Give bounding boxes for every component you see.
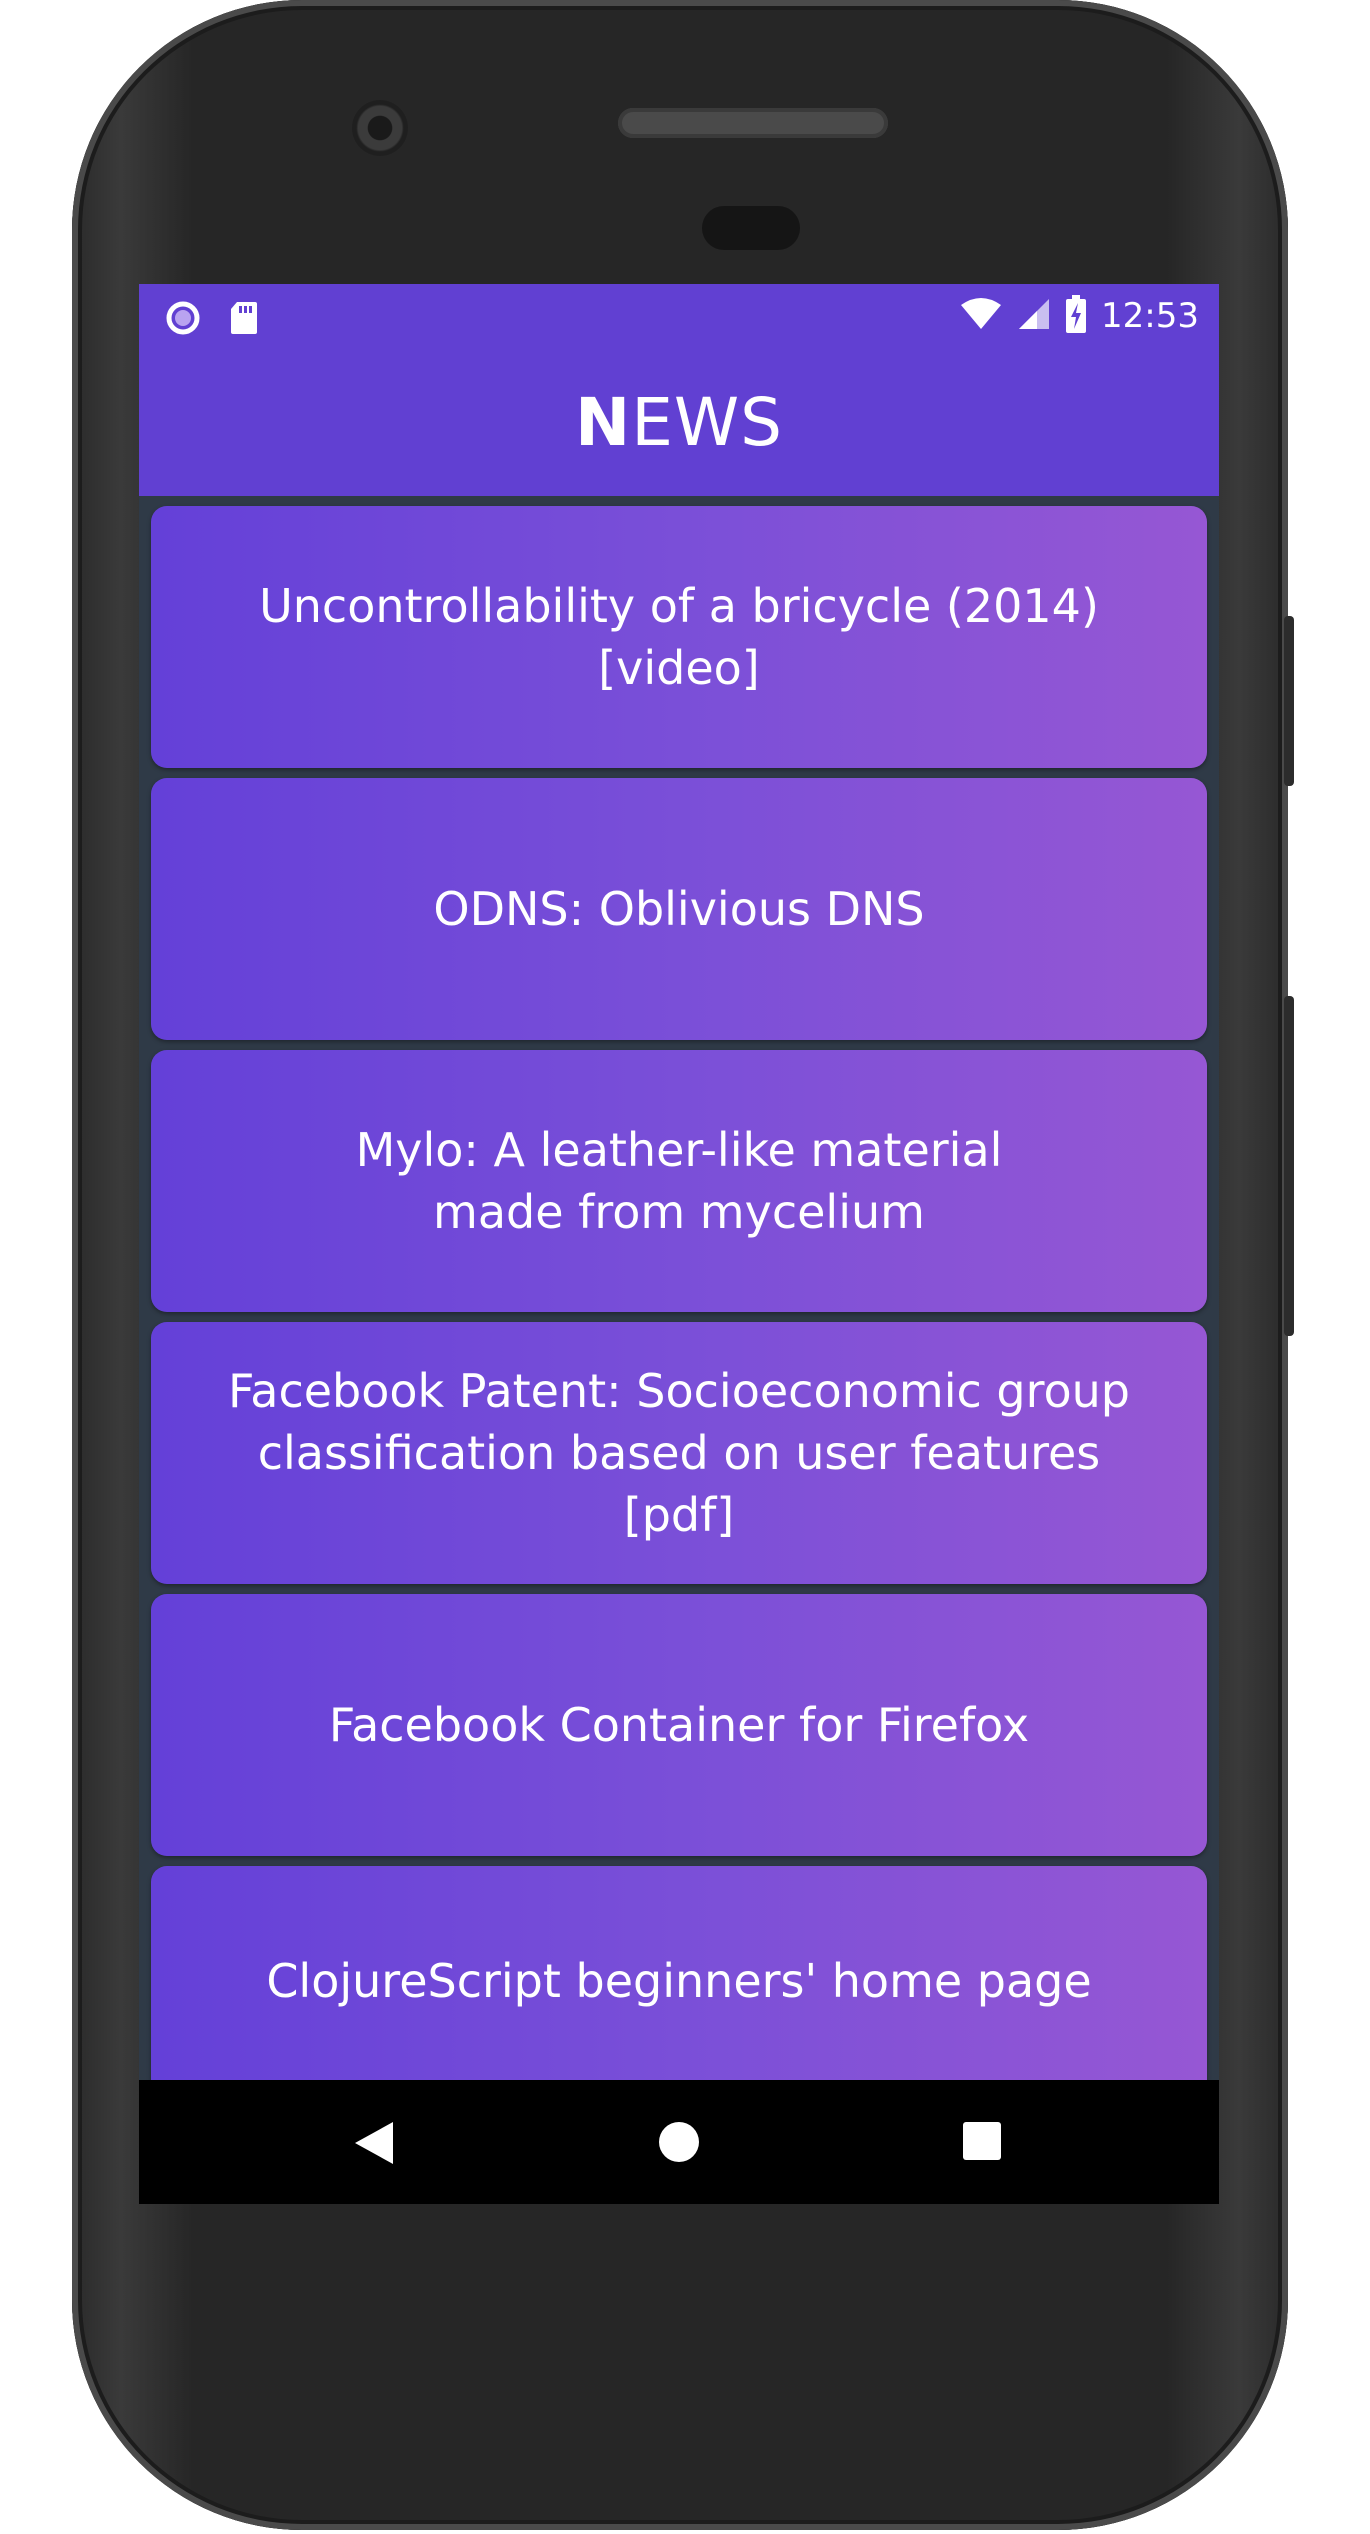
news-card-title: ODNS: Oblivious DNS xyxy=(433,882,925,936)
power-button xyxy=(1284,996,1294,1336)
news-card-title: Facebook Container for Firefox xyxy=(328,1698,1030,1752)
news-card[interactable]: Uncontrollability of a bricycle (2014) [… xyxy=(151,506,1207,768)
device-frame: 12:53 NEWS Uncontrollability of a bricyc… xyxy=(0,0,1370,2534)
news-card[interactable]: Facebook Container for Firefox xyxy=(151,1594,1207,1856)
news-card-title: Uncontrollability of a bricycle (2014) [… xyxy=(259,579,1099,695)
back-icon[interactable] xyxy=(355,2122,393,2164)
clock: 12:53 xyxy=(1101,296,1199,336)
news-card[interactable]: ClojureScript beginners' home page xyxy=(151,1866,1207,2080)
status-bar: 12:53 xyxy=(139,284,1219,348)
screen: 12:53 NEWS Uncontrollability of a bricyc… xyxy=(139,284,1219,2204)
circle-notification-icon xyxy=(165,300,201,342)
page-title: NEWS xyxy=(575,384,783,461)
wifi-icon xyxy=(959,297,1003,336)
news-list[interactable]: Uncontrollability of a bricycle (2014) [… xyxy=(139,496,1219,2080)
news-card-title: Facebook Patent: Socioeconomic group cla… xyxy=(228,1364,1130,1542)
page-title-rest: EWS xyxy=(631,383,784,461)
news-card-title: Mylo: A leather-like material made from … xyxy=(355,1123,1003,1239)
news-card[interactable]: Facebook Patent: Socioeconomic group cla… xyxy=(151,1322,1207,1584)
page-title-initial: N xyxy=(574,383,632,461)
volume-button xyxy=(1284,616,1294,786)
recent-apps-icon[interactable] xyxy=(963,2122,1001,2160)
navigation-bar xyxy=(139,2080,1219,2204)
earpiece-speaker xyxy=(618,108,888,138)
app-bar: NEWS xyxy=(139,348,1219,496)
home-icon[interactable] xyxy=(659,2122,699,2162)
battery-charging-icon xyxy=(1065,294,1087,338)
news-card[interactable]: ODNS: Oblivious DNS xyxy=(151,778,1207,1040)
status-icons: 12:53 xyxy=(959,294,1199,338)
proximity-sensor xyxy=(702,206,800,250)
signal-icon xyxy=(1017,297,1051,336)
front-camera xyxy=(352,100,408,156)
news-card[interactable]: Mylo: A leather-like material made from … xyxy=(151,1050,1207,1312)
news-card-title: ClojureScript beginners' home page xyxy=(266,1954,1092,2008)
sd-card-icon xyxy=(229,300,259,342)
